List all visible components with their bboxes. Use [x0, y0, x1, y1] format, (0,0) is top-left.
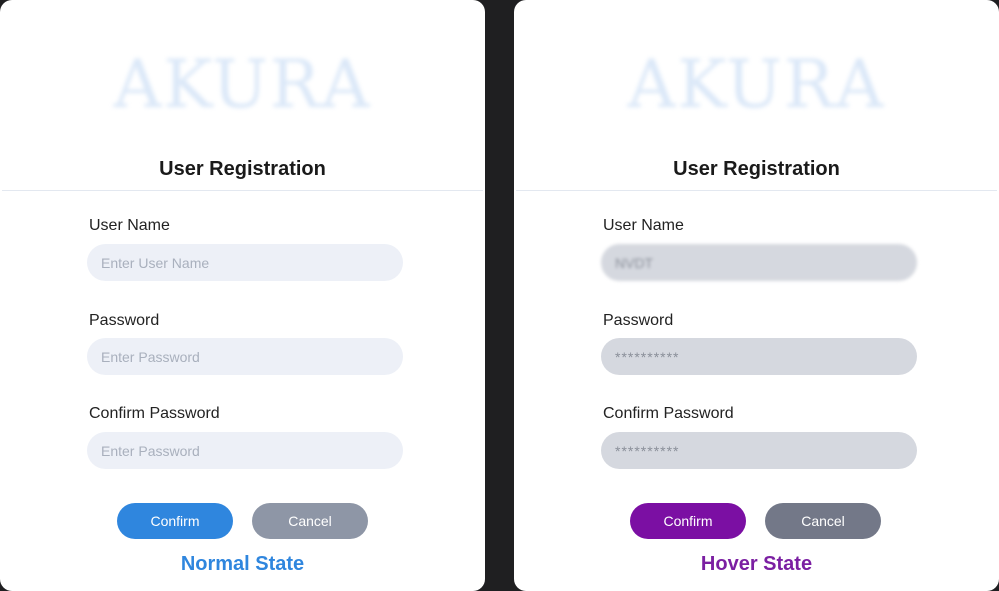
username-label: User Name [603, 217, 684, 234]
page-title: User Registration [673, 158, 840, 180]
password-input[interactable] [601, 338, 917, 375]
cancel-button[interactable]: Cancel [252, 503, 368, 539]
header-divider [2, 190, 483, 191]
username-input[interactable] [601, 244, 917, 281]
confirm-password-label: Confirm Password [603, 405, 734, 422]
confirm-password-input[interactable] [601, 432, 917, 469]
confirm-password-label: Confirm Password [89, 405, 220, 422]
username-label: User Name [89, 217, 170, 234]
confirm-button[interactable]: Confirm [630, 503, 746, 539]
page-title: User Registration [159, 158, 326, 180]
username-input[interactable] [87, 244, 403, 281]
state-caption: Hover State [700, 553, 813, 575]
akura-logo: AKURA [627, 46, 886, 123]
state-caption: Normal State [180, 553, 305, 575]
registration-panel-normal: AKURA User Registration User Name Passwo… [0, 0, 485, 591]
cancel-button[interactable]: Cancel [765, 503, 881, 539]
akura-logo: AKURA [113, 46, 372, 123]
confirm-password-input[interactable] [87, 432, 403, 469]
header-divider [516, 190, 997, 191]
password-label: Password [89, 312, 160, 329]
registration-panel-hover: AKURA User Registration User Name Passwo… [514, 0, 999, 591]
password-label: Password [603, 312, 674, 329]
confirm-button[interactable]: Confirm [117, 503, 233, 539]
password-input[interactable] [87, 338, 403, 375]
